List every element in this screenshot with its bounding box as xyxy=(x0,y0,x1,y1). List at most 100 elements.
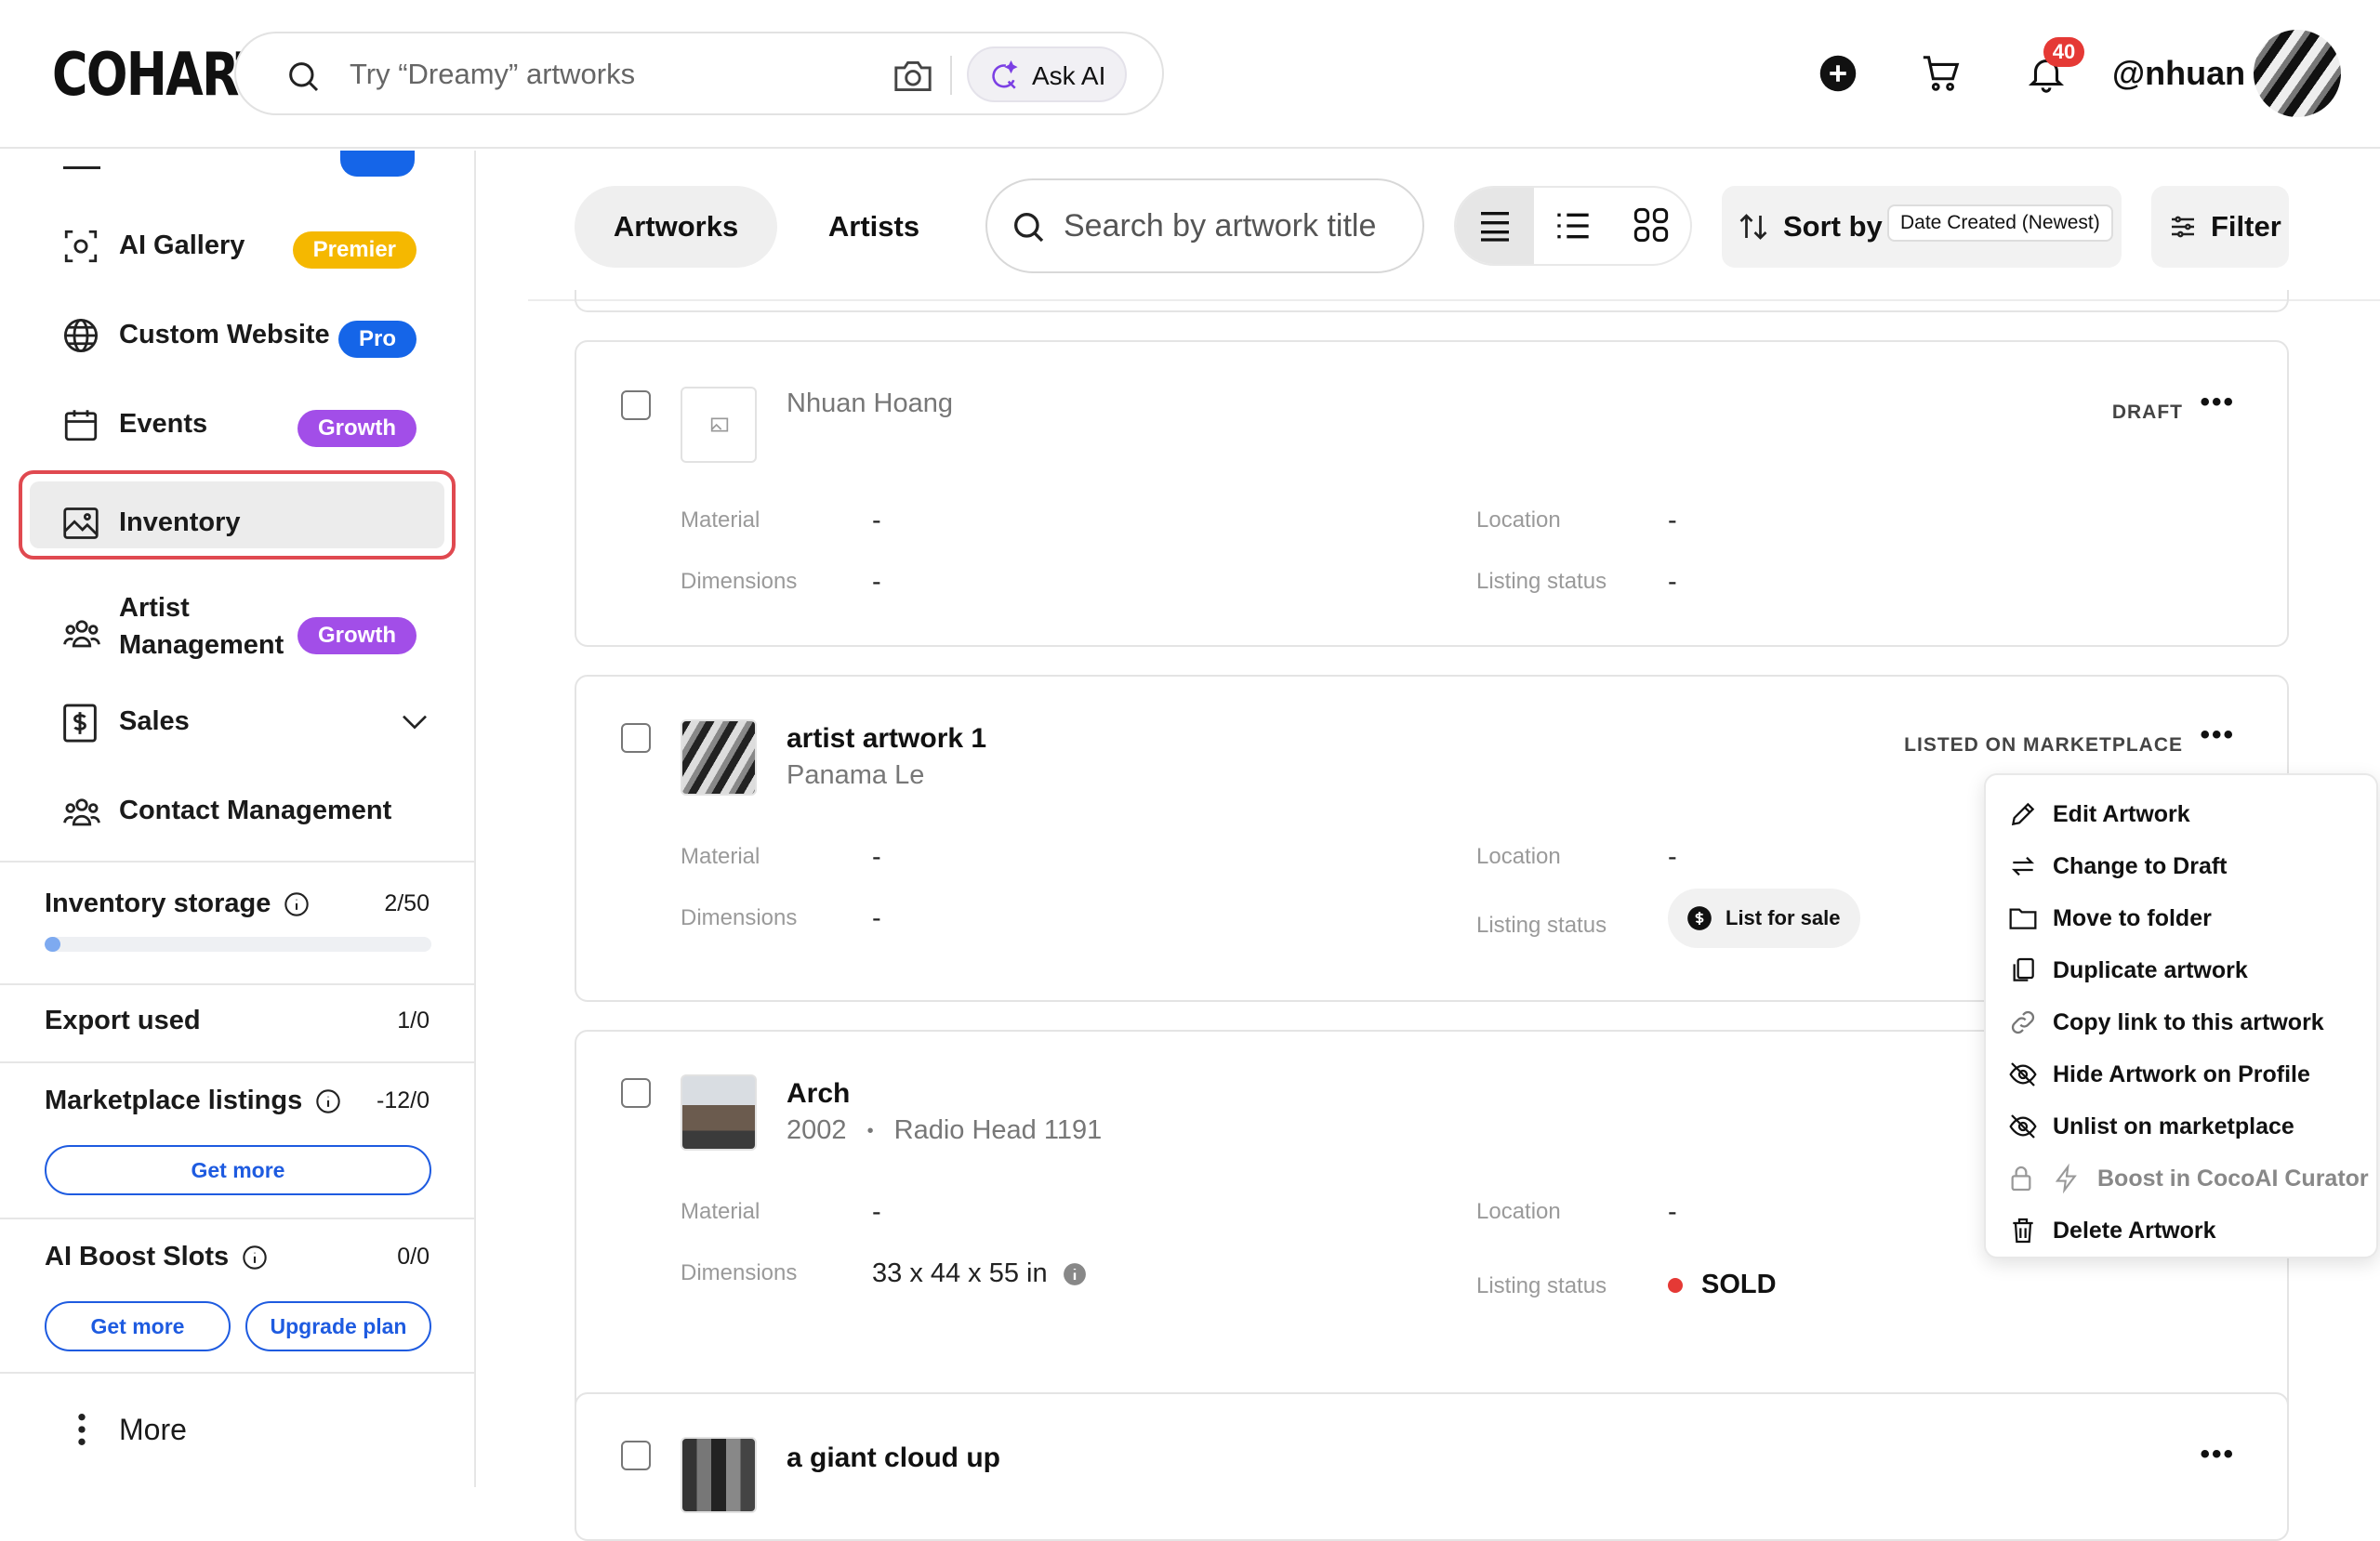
swap-icon xyxy=(2011,856,2035,876)
filter-label: Filter xyxy=(2211,210,2281,243)
search-divider xyxy=(950,56,952,95)
people-icon xyxy=(63,620,100,648)
menu-item-edit-artwork[interactable]: Edit Artwork xyxy=(1986,788,2376,840)
artwork-card[interactable]: Nhuan Hoang DRAFT ••• Material - Dimensi… xyxy=(575,340,2289,647)
menu-item-copy-link[interactable]: Copy link to this artwork xyxy=(1986,996,2376,1048)
select-checkbox[interactable] xyxy=(621,390,651,420)
previous-card-edge xyxy=(575,290,2289,312)
menu-item-delete-artwork[interactable]: Delete Artwork xyxy=(1986,1205,2376,1257)
view-toggle xyxy=(1454,186,1692,266)
dimensions-label: Dimensions xyxy=(681,569,798,594)
dimensions-label: Dimensions xyxy=(681,1260,798,1285)
sidebar-item-ai-gallery[interactable]: AI Gallery Premier xyxy=(19,204,456,288)
ai-sparkle-icon xyxy=(992,60,1018,89)
search-icon xyxy=(289,62,319,92)
sidebar-item-inventory[interactable]: Inventory xyxy=(19,470,456,560)
ask-ai-button[interactable]: Ask AI xyxy=(967,46,1127,102)
sort-by-dropdown[interactable]: Sort by Date Created (Newest) xyxy=(1722,186,2122,268)
sold-status: SOLD xyxy=(1668,1270,1777,1300)
view-grid-button[interactable] xyxy=(1612,188,1690,264)
list-for-sale-button[interactable]: List for sale xyxy=(1668,889,1861,948)
artwork-search-input[interactable]: Search by artwork title xyxy=(985,178,1424,273)
material-value: - xyxy=(872,842,881,872)
artist-name: Nhuan Hoang xyxy=(787,389,953,418)
meta-separator: • xyxy=(866,1120,874,1141)
cart-icon[interactable] xyxy=(1919,52,1964,95)
sidebar-item-label: Contact Management xyxy=(119,796,392,825)
menu-item-boost-curator: Boost in CocoAI Curator xyxy=(1986,1152,2376,1205)
pencil-icon xyxy=(2011,802,2035,826)
sidebar-item-events[interactable]: Events Growth xyxy=(19,383,456,467)
menu-item-hide-artwork[interactable]: Hide Artwork on Profile xyxy=(1986,1048,2376,1100)
artwork-thumbnail-placeholder xyxy=(681,387,757,463)
lock-icon xyxy=(2011,1166,2031,1192)
sort-by-label: Sort by xyxy=(1783,210,1883,243)
sidebar-divider xyxy=(0,983,474,985)
broken-image-icon xyxy=(710,417,729,432)
dollar-circle-icon xyxy=(1687,906,1712,930)
upgrade-plan-button[interactable]: Upgrade plan xyxy=(245,1301,431,1351)
sidebar-item-sales[interactable]: Sales xyxy=(19,680,456,764)
view-detailed-list-button[interactable] xyxy=(1456,188,1534,264)
add-icon[interactable] xyxy=(1818,54,1858,93)
sidebar-item-artist-management[interactable]: Artist Management Growth xyxy=(19,576,456,688)
listing-status-label: Listing status xyxy=(1476,913,1607,938)
info-icon[interactable] xyxy=(242,1245,268,1271)
ai-boost-get-more-button[interactable]: Get more xyxy=(45,1301,231,1351)
eye-off-icon xyxy=(2009,1114,2037,1139)
info-icon[interactable] xyxy=(315,1088,341,1114)
more-options-button[interactable]: ••• xyxy=(2200,387,2235,418)
top-header: COHART Try “Dreamy” artworks Ask AI 40 @… xyxy=(0,0,2380,149)
material-label: Material xyxy=(681,507,760,533)
global-search-placeholder: Try “Dreamy” artworks xyxy=(350,58,636,90)
listing-status-value: - xyxy=(1668,567,1677,597)
select-checkbox[interactable] xyxy=(621,1078,651,1108)
artwork-card[interactable]: a giant cloud up ••• xyxy=(575,1392,2289,1541)
tab-artworks[interactable]: Artworks xyxy=(575,186,777,268)
location-value: - xyxy=(1668,842,1677,872)
artwork-search-placeholder: Search by artwork title xyxy=(1064,208,1377,244)
menu-item-unlist-marketplace[interactable]: Unlist on marketplace xyxy=(1986,1100,2376,1152)
view-list-button[interactable] xyxy=(1534,188,1612,264)
dimensions-label: Dimensions xyxy=(681,905,798,930)
location-label: Location xyxy=(1476,1199,1561,1224)
sidebar: AI Gallery Premier Custom Website Pro Ev… xyxy=(0,151,476,1487)
menu-item-move-to-folder[interactable]: Move to folder xyxy=(1986,892,2376,944)
filter-sliders-icon xyxy=(2172,216,2194,238)
sold-dot xyxy=(1668,1278,1683,1294)
search-icon xyxy=(1014,213,1044,243)
menu-item-change-to-draft[interactable]: Change to Draft xyxy=(1986,840,2376,892)
sidebar-item-custom-website[interactable]: Custom Website Pro xyxy=(19,294,456,377)
list-for-sale-label: List for sale xyxy=(1726,906,1841,929)
dimensions-value: - xyxy=(872,903,881,933)
trash-icon xyxy=(2013,1218,2033,1244)
location-label: Location xyxy=(1476,507,1561,533)
sidebar-item-contact-management[interactable]: Contact Management xyxy=(19,770,456,853)
info-icon[interactable] xyxy=(284,891,310,917)
artwork-title: a giant cloud up xyxy=(787,1442,1000,1473)
sidebar-item-label: Sales xyxy=(119,706,190,736)
material-label: Material xyxy=(681,1199,760,1224)
global-search-bar[interactable]: Try “Dreamy” artworks Ask AI xyxy=(234,32,1164,115)
more-options-button[interactable]: ••• xyxy=(2200,719,2235,751)
pro-badge: Pro xyxy=(337,321,416,358)
camera-icon[interactable] xyxy=(892,58,933,95)
avatar[interactable] xyxy=(2254,30,2341,117)
menu-item-duplicate-artwork[interactable]: Duplicate artwork xyxy=(1986,944,2376,996)
location-label: Location xyxy=(1476,844,1561,869)
sort-by-value: Date Created (Newest) xyxy=(1887,204,2113,242)
marketplace-get-more-button[interactable]: Get more xyxy=(45,1145,431,1195)
sidebar-item-label: Artist Management xyxy=(119,593,284,660)
filter-button[interactable]: Filter xyxy=(2151,186,2289,268)
chevron-down-icon[interactable] xyxy=(400,710,430,732)
select-checkbox[interactable] xyxy=(621,723,651,753)
eye-off-icon xyxy=(2009,1062,2037,1087)
tab-artists[interactable]: Artists xyxy=(800,186,948,268)
more-menu-button[interactable]: More xyxy=(0,1387,474,1470)
folder-icon xyxy=(2009,908,2037,929)
username[interactable]: @nhuan xyxy=(2112,54,2245,93)
select-checkbox[interactable] xyxy=(621,1441,651,1470)
ai-boost-slots-value: 0/0 xyxy=(397,1244,430,1270)
more-options-button[interactable]: ••• xyxy=(2200,1439,2235,1470)
info-filled-icon[interactable] xyxy=(1063,1262,1087,1286)
